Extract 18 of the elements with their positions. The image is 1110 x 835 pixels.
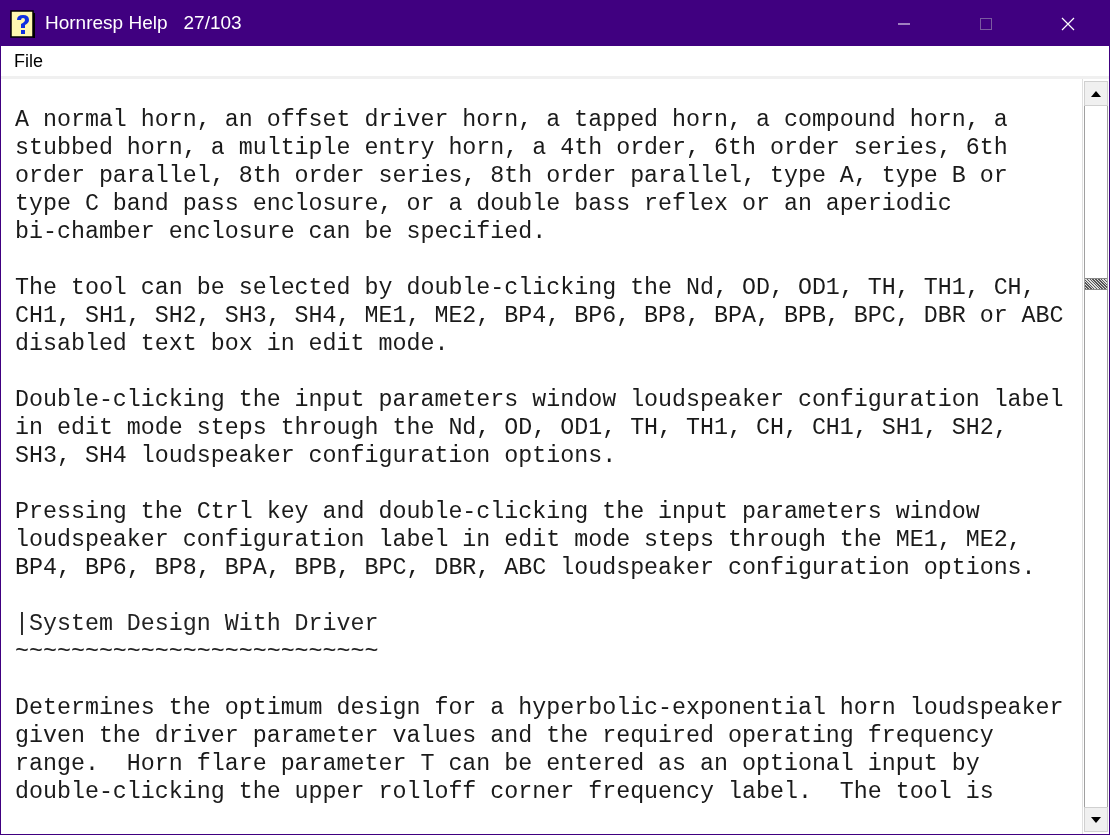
- menu-item[interactable]: File: [14, 47, 43, 75]
- scroll-down-button[interactable]: [1084, 807, 1108, 832]
- paragraph: Pressing the Ctrl key and double-clicking the input parameters window loudspeaker configuration label in edit mode steps through the ME1, ME2, BP4, BP6, BP8, BPA, BPB, BPC, DBR, ABC loudspeaker configuration options.: [15, 498, 1036, 582]
- page-counter: 27/103: [183, 11, 242, 36]
- up-arrow-icon: [1091, 90, 1101, 97]
- section-heading: |System Design With Driver ~~~~~~~~~~~~~~~~~~~~~~~~~~: [15, 610, 379, 666]
- paragraph: The tool can be selected by double-clicking the Nd, OD, OD1, TH, TH1, CH, CH1, SH1, SH2, SH3, SH4, ME1, ME2, BP4, BP6, BP8, BPA, BPB, BPC, DBR or ABC disabled text box in edit mode.: [15, 274, 1064, 358]
- window-title: Hornresp Help: [45, 11, 168, 36]
- down-arrow-icon: [1091, 816, 1101, 823]
- scroll-thumb[interactable]: [1085, 278, 1107, 290]
- scroll-up-button[interactable]: [1084, 81, 1108, 106]
- paragraph: Determines the optimum design for a hyperbolic-exponential horn loudspeaker given the driver parameter values and the required operating frequency range. Horn flare parameter T can be entered as an optional input by double-clicking the upper rolloff corner frequency label. The tool is: [15, 694, 1064, 806]
- help-icon: [10, 9, 36, 38]
- minimize-icon: [898, 22, 910, 25]
- paragraph: Double-clicking the input parameters window loudspeaker configuration label in edit mode steps through the Nd, OD, OD1, TH, TH1, CH, CH1, SH1, SH2, SH3, SH4 loudspeaker configuration options.: [15, 386, 1064, 470]
- maximize-icon: [980, 17, 992, 30]
- close-icon: [1061, 16, 1075, 31]
- paragraph: A normal horn, an offset driver horn, a tapped horn, a compound horn, a stubbed horn, a multiple entry horn, a 4th order, 6th order series, 6th order parallel, 8th order series, 8th order parallel, type A, type B or type C band pass enclosure, or a double bass reflex or an aperiodic bi-chamber enclosure can be specified.: [15, 106, 1008, 246]
